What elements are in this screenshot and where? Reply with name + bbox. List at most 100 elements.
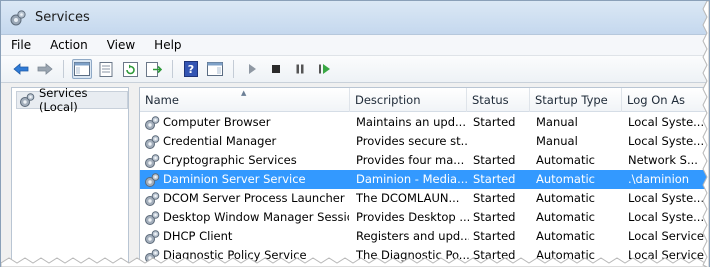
gear-icon [145,134,160,149]
service-name-cell: DCOM Server Process Launcher [144,189,349,208]
service-description: Provides Desktop ... [356,210,469,224]
restart-service-button[interactable] [314,59,334,79]
gear-icon [20,93,35,107]
show-action-pane-button[interactable] [205,59,225,79]
properties-button[interactable] [96,59,116,79]
gear-icon [145,172,160,187]
menu-file[interactable]: File [1,38,40,52]
service-row[interactable]: Daminion Server Service Daminion - Media.… [140,170,709,189]
export-list-button[interactable] [144,59,164,79]
service-row[interactable]: Cryptographic Services Provides four ma..… [140,151,709,170]
service-row[interactable]: Credential Manager Provides secure st... M… [140,132,709,151]
menu-action[interactable]: Action [40,38,97,52]
service-name-cell: Daminion Server Service [144,170,349,189]
service-log-on-as: Local Syste... [628,191,705,205]
column-header-name[interactable]: Name ▲ [140,88,350,112]
refresh-icon [122,61,138,77]
service-name: Daminion Server Service [163,172,306,186]
tree-item-label: Services (Local) [39,86,88,114]
column-header-log-on-as[interactable]: Log On As [622,88,709,112]
restart-icon [318,64,330,74]
service-log-on-as: Network S... [628,153,698,167]
properties-sheet-icon [99,61,113,77]
service-startup-type: Automatic [536,191,595,205]
gear-icon [145,210,160,225]
column-header-status[interactable]: Status [467,88,530,112]
service-status: Started [473,153,516,167]
service-startup-type: Automatic [536,210,595,224]
menu-view[interactable]: View [97,38,144,52]
title-bar[interactable]: Services [1,1,709,35]
pause-service-button[interactable] [290,59,310,79]
torn-edge-right [702,1,709,267]
service-name: Desktop Window Manager Sessio... [163,210,349,224]
gear-icon [145,153,160,168]
column-header-startup-type[interactable]: Startup Type [530,88,622,112]
toolbar-separator [63,60,64,78]
svg-text:?: ? [188,63,194,76]
play-icon [249,64,256,74]
service-name-cell: Desktop Window Manager Sessio... [144,208,349,227]
gear-icon [145,115,160,130]
forward-arrow-icon [37,63,53,75]
export-list-icon [146,61,162,77]
service-description: Daminion - Media... [356,172,469,186]
service-log-on-as: .\daminion [628,172,690,186]
service-startup-type: Automatic [536,172,595,186]
tree-item-services-local[interactable]: Services (Local) [16,86,128,114]
show-hide-console-tree-button[interactable] [72,59,92,79]
service-startup-type: Automatic [536,229,595,243]
services-app-icon [10,9,26,25]
refresh-button[interactable] [120,59,140,79]
column-header-label: Log On As [627,93,686,107]
column-header-label: Description [355,93,421,107]
service-description: Provides four ma... [356,153,465,167]
service-name: DHCP Client [163,229,233,243]
service-row[interactable]: DHCP Client Registers and upd... Started Au… [140,227,709,246]
forward-button[interactable] [35,59,55,79]
console-tree-icon [74,62,90,76]
service-description: Maintains an upd... [356,115,466,129]
start-service-button[interactable] [242,59,262,79]
service-status: Started [473,172,516,186]
service-log-on-as: Local Syste... [628,134,705,148]
service-startup-type: Automatic [536,153,595,167]
service-name: Cryptographic Services [163,153,297,167]
service-name: DCOM Server Process Launcher [163,191,345,205]
service-log-on-as: Local Syste... [628,115,705,129]
back-arrow-icon [13,63,29,75]
service-log-on-as: Local Syste... [628,210,705,224]
help-button[interactable]: ? [181,59,201,79]
service-row[interactable]: Computer Browser Maintains an upd... Start… [140,113,709,132]
service-row[interactable]: Desktop Window Manager Sessio... Provides… [140,208,709,227]
service-row[interactable]: DCOM Server Process Launcher The DCOMLAUN… [140,189,709,208]
stop-service-button[interactable] [266,59,286,79]
service-name: Computer Browser [163,115,271,129]
pause-icon [296,64,304,74]
torn-edge-bottom [1,257,709,267]
action-pane-icon [207,62,223,76]
menu-help[interactable]: Help [144,38,190,52]
gear-icon [145,191,160,206]
window-title: Services [35,10,90,25]
service-startup-type: Manual [536,115,578,129]
menu-bar: File Action View Help [1,35,709,56]
service-description: Registers and upd... [356,229,469,243]
services-list: Name ▲ Description Status Startup Type L… [139,87,709,267]
stop-icon [272,65,280,73]
service-description: Provides secure st... [356,134,469,148]
service-status: Started [473,210,516,224]
service-startup-type: Manual [536,134,578,148]
column-header-label: Status [472,93,509,107]
column-header-row: Name ▲ Description Status Startup Type L… [140,88,709,112]
column-header-description[interactable]: Description [350,88,467,112]
service-status: Started [473,115,516,129]
service-name-cell: DHCP Client [144,227,349,246]
service-description: The DCOMLAUN... [356,191,460,205]
service-name-cell: Cryptographic Services [144,151,349,170]
column-header-label: Startup Type [535,93,608,107]
toolbar-separator [233,60,234,78]
console-tree-pane: Services (Local) [11,86,129,267]
service-log-on-as: Local Service [628,229,704,243]
back-button[interactable] [11,59,31,79]
